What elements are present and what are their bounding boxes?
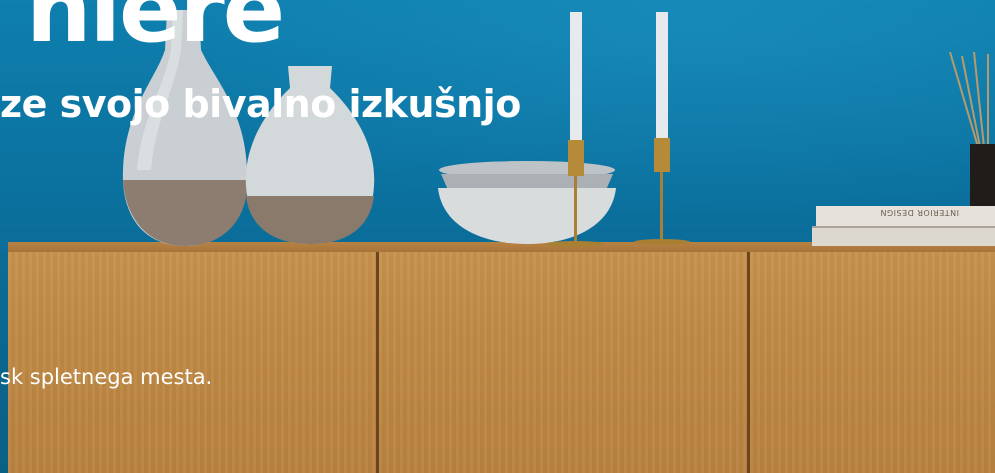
- cabinet-door-middle: [379, 252, 747, 473]
- hero-headline: niere: [26, 0, 285, 63]
- reed-diffuser-image: [949, 52, 995, 206]
- book-spine-label: INTERIOR DESIGN: [880, 208, 959, 217]
- cabinet-door-right: [750, 252, 995, 473]
- hero-banner: INTERIOR DESIGN niere ze svojo bivalno i…: [0, 0, 995, 473]
- sideboard-cabinet: [8, 242, 995, 473]
- candle-holders-image: [545, 12, 690, 247]
- hero-body-text: sk spletnega mesta.: [0, 365, 213, 389]
- hero-subheadline: ze svojo bivalno izkušnjo: [0, 82, 521, 126]
- cabinet-door-left: [8, 252, 376, 473]
